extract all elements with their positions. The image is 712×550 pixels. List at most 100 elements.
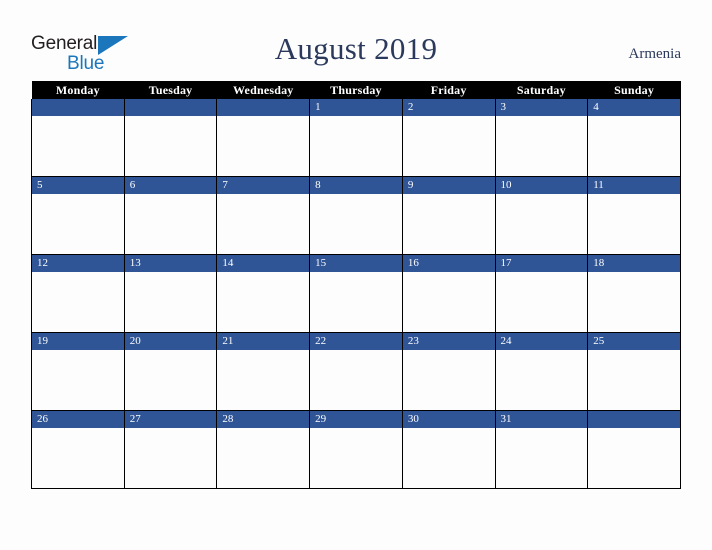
day-number: 2 [402,99,495,116]
day-number: 5 [32,177,124,194]
calendar-day-cell[interactable]: 5 [31,176,125,255]
calendar-day-cell[interactable]: 19 [31,332,125,411]
calendar-day-cell[interactable]: 26 [31,410,125,489]
day-event-area[interactable] [310,194,402,254]
weekday-header-thursday: Thursday [309,81,403,99]
calendar-day-cell[interactable]: 18 [587,254,681,333]
calendar-day-cell[interactable]: 22 [309,332,403,411]
day-number: 31 [495,411,588,428]
day-number: 1 [310,99,402,116]
day-number: 18 [588,255,680,272]
day-event-area[interactable] [217,428,309,488]
calendar-day-cell[interactable]: 11 [587,176,681,255]
day-event-area[interactable] [588,350,680,410]
calendar-day-cell[interactable]: 6 [123,176,218,255]
day-number: 22 [310,333,402,350]
weekday-header-wednesday: Wednesday [216,81,310,99]
day-event-area[interactable] [588,272,680,332]
calendar-day-cell[interactable]: 3 [494,99,589,177]
calendar-day-cell[interactable]: 30 [401,410,496,489]
page-title: August 2019 [274,31,438,66]
calendar-day-cell[interactable]: 8 [309,176,403,255]
day-number [217,99,310,116]
calendar-day-cell[interactable]: 14 [216,254,311,333]
day-event-area[interactable] [588,428,680,488]
day-event-area[interactable] [125,116,217,176]
day-event-area[interactable] [310,428,402,488]
region-label: Armenia [628,46,681,62]
day-event-area[interactable] [125,194,217,254]
day-event-area[interactable] [496,350,588,410]
calendar-day-cell[interactable]: 31 [494,410,589,489]
day-number: 15 [310,255,402,272]
calendar-day-cell[interactable]: 29 [309,410,403,489]
day-event-area[interactable] [217,272,309,332]
day-number: 25 [588,333,680,350]
calendar-day-cell[interactable] [31,99,125,177]
day-event-area[interactable] [588,194,680,254]
calendar-day-cell[interactable]: 28 [216,410,311,489]
day-event-area[interactable] [310,272,402,332]
weekday-header-friday: Friday [402,81,496,99]
day-number: 23 [402,333,495,350]
calendar-day-cell[interactable]: 25 [587,332,681,411]
day-number: 29 [310,411,402,428]
calendar-day-cell[interactable]: 12 [31,254,125,333]
calendar-day-cell[interactable]: 16 [401,254,496,333]
calendar-day-cell[interactable]: 23 [401,332,496,411]
day-event-area[interactable] [403,116,495,176]
calendar-day-cell[interactable]: 4 [587,99,681,177]
day-number: 28 [217,411,310,428]
day-event-area[interactable] [496,272,588,332]
day-event-area[interactable] [403,350,495,410]
day-number: 4 [588,99,680,116]
calendar-week-row: 26 27 28 29 30 31 [31,410,681,489]
calendar-day-cell[interactable]: 7 [216,176,311,255]
day-number: 17 [495,255,588,272]
day-number: 9 [402,177,495,194]
day-event-area[interactable] [217,194,309,254]
calendar-header-row: Monday Tuesday Wednesday Thursday Friday Satu… [31,81,681,99]
day-event-area[interactable] [32,194,124,254]
day-number: 14 [217,255,310,272]
calendar-day-cell[interactable]: 15 [309,254,403,333]
day-event-area[interactable] [403,428,495,488]
calendar-day-cell[interactable]: 9 [401,176,496,255]
day-event-area[interactable] [32,272,124,332]
weekday-header-sunday: Sunday [587,81,681,99]
calendar-day-cell[interactable]: 13 [123,254,218,333]
day-number: 20 [124,333,217,350]
day-event-area[interactable] [125,428,217,488]
calendar-day-cell[interactable]: 10 [494,176,589,255]
day-event-area[interactable] [125,272,217,332]
day-event-area[interactable] [496,116,588,176]
calendar-day-cell[interactable]: 1 [309,99,403,177]
calendar-day-cell[interactable]: 21 [216,332,311,411]
day-event-area[interactable] [588,116,680,176]
day-event-area[interactable] [32,350,124,410]
calendar-day-cell[interactable]: 20 [123,332,218,411]
day-event-area[interactable] [403,194,495,254]
day-event-area[interactable] [125,350,217,410]
calendar-day-cell[interactable] [123,99,218,177]
calendar-day-cell[interactable]: 17 [494,254,589,333]
day-event-area[interactable] [496,194,588,254]
calendar-day-cell[interactable] [587,410,681,489]
day-number: 24 [495,333,588,350]
day-event-area[interactable] [217,116,309,176]
day-number: 19 [32,333,124,350]
day-event-area[interactable] [403,272,495,332]
calendar-day-cell[interactable]: 24 [494,332,589,411]
day-event-area[interactable] [217,350,309,410]
day-number: 11 [588,177,680,194]
day-number: 16 [402,255,495,272]
calendar-day-cell[interactable]: 27 [123,410,218,489]
day-event-area[interactable] [32,116,124,176]
day-event-area[interactable] [310,350,402,410]
day-event-area[interactable] [310,116,402,176]
calendar-week-row: 19 20 21 22 23 24 25 [31,332,681,411]
calendar-day-cell[interactable]: 2 [401,99,496,177]
day-event-area[interactable] [32,428,124,488]
day-event-area[interactable] [496,428,588,488]
calendar-day-cell[interactable] [216,99,311,177]
